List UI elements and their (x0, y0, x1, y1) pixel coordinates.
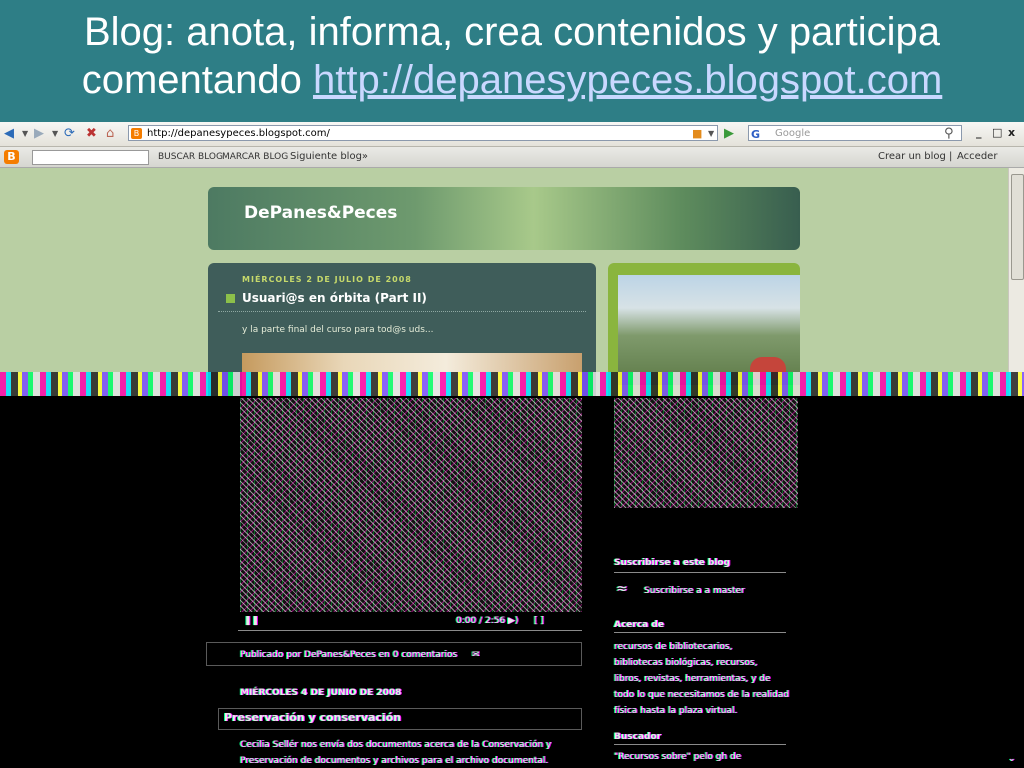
browser-toolbar: ◀ ▼ ▶ ▼ ⟳ ✖ ⌂ B http://depanesypeces.blo… (0, 122, 1024, 147)
video-controls-rule (238, 630, 582, 631)
blog-name[interactable]: DePanes&Peces (244, 203, 397, 223)
subscribe-rule (614, 572, 786, 573)
marcar-blog-button[interactable]: MARCAR BLOG (222, 147, 288, 167)
post-footer-text: Publicado por DePanes&Peces en 0 comenta… (240, 650, 458, 660)
back-icon[interactable]: ◀ (4, 125, 14, 143)
post-date: MIÉRCOLES 2 DE JULIO DE 2008 (242, 275, 412, 284)
back-dropdown-icon[interactable]: ▼ (22, 125, 28, 143)
slide-title-line2: comentando http://depanesypeces.blogspot… (0, 56, 1024, 104)
close-icon[interactable]: x (1008, 126, 1015, 139)
google-search-placeholder: Google (775, 128, 811, 139)
blog-page: DePanes&Peces MIÉRCOLES 2 DE JULIO DE 20… (0, 168, 1008, 396)
minimize-icon[interactable]: _ (976, 126, 982, 139)
slide-title-prefix: comentando (81, 58, 313, 102)
email-post-icon[interactable]: ✉ (472, 648, 480, 662)
buscador-text: "Recursos sobre" pelo gh de (614, 752, 742, 762)
blogger-logo-icon[interactable]: B (4, 150, 19, 164)
navbar-search-input[interactable] (32, 150, 149, 165)
search-icon[interactable]: ⚲ (944, 125, 954, 143)
post-title-text: Usuari@s en órbita (Part II) (242, 291, 427, 305)
google-search-box[interactable]: G Google (748, 125, 962, 141)
video-glitch-area (240, 398, 582, 612)
forward-dropdown-icon[interactable]: ▼ (52, 125, 58, 143)
acceder-link[interactable]: Acceder (957, 147, 997, 167)
vertical-scrollbar[interactable] (1008, 168, 1024, 396)
scroll-down-icon[interactable]: ⌄ (1008, 752, 1016, 766)
blogger-favicon-icon: B (131, 128, 142, 139)
rss-feed-icon[interactable]: ≈ (616, 582, 628, 596)
post2-body-line1: Cecilia Sellér nos envía dos documentos … (240, 740, 552, 750)
go-icon[interactable]: ▶ (724, 125, 734, 143)
about-line-1: recursos de bibliotecarios, (614, 642, 733, 652)
volume-icon[interactable]: ▶) (508, 614, 518, 628)
subscribe-title: Suscribirse a este blog (614, 558, 731, 568)
home-icon[interactable]: ⌂ (106, 125, 114, 143)
blogger-navbar: B BUSCAR BLOG MARCAR BLOG Siguiente blog… (0, 147, 1024, 168)
navbar-separator: | (949, 151, 953, 162)
sidebar-profile-photo (618, 275, 800, 385)
browser-screenshot: ◀ ▼ ▶ ▼ ⟳ ✖ ⌂ B http://depanesypeces.blo… (0, 122, 1024, 768)
slide-title: Blog: anota, informa, crea contenidos y … (0, 8, 1024, 104)
post-body: y la parte final del curso para tod@s ud… (242, 325, 434, 335)
address-dropdown-icon[interactable]: ▼ (708, 125, 714, 143)
address-text: http://depanesypeces.blogspot.com/ (147, 128, 330, 139)
fullscreen-icon[interactable]: [ ] (534, 614, 544, 628)
video-play-icon[interactable]: ❚❚ (244, 614, 259, 628)
google-g-icon: G (751, 128, 761, 141)
post2-title[interactable]: Preservación y conservación (224, 711, 401, 725)
siguiente-blog-link[interactable]: Siguiente blog» (290, 147, 368, 167)
about-title: Acerca de (614, 620, 664, 630)
refresh-icon[interactable]: ⟳ (64, 125, 75, 143)
post2-date: MIÉRCOLES 4 DE JUNIO DE 2008 (240, 688, 402, 698)
about-line-5: física hasta la plaza virtual. (614, 706, 738, 716)
post-title[interactable]: Usuari@s en órbita (Part II) (226, 291, 427, 305)
scrollbar-thumb[interactable] (1011, 174, 1024, 280)
blog-header: DePanes&Peces (208, 187, 800, 250)
about-line-2: bibliotecas biológicas, recursos, (614, 658, 758, 668)
crear-blog-link[interactable]: Crear un blog (878, 147, 946, 167)
stop-icon[interactable]: ✖ (86, 125, 97, 143)
rss-icon[interactable]: ■ (692, 125, 702, 143)
post2-body-line2: Preservación de documentos y archivos pa… (240, 756, 549, 766)
subscribe-link[interactable]: Suscribirse a a master (644, 584, 745, 598)
buscar-blog-button[interactable]: BUSCAR BLOG (158, 147, 223, 167)
buscador-title: Buscador (614, 732, 662, 742)
slide-title-line1: Blog: anota, informa, crea contenidos y … (83, 10, 941, 54)
restore-icon[interactable]: □ (992, 126, 1002, 139)
about-line-4: todo lo que necesitamos de la realidad (614, 690, 790, 700)
video-time: 0:00 / 2:56 (456, 616, 506, 626)
about-rule (614, 632, 786, 633)
address-bar[interactable]: B http://depanesypeces.blogspot.com/ (128, 125, 718, 141)
photo-glitch-area (614, 398, 798, 508)
blog-url-link[interactable]: http://depanesypeces.blogspot.com (313, 58, 942, 102)
forward-icon[interactable]: ▶ (34, 125, 44, 143)
about-line-3: libros, revistas, herramientas, y de (614, 674, 771, 684)
post-arrow-icon (226, 294, 235, 303)
post-divider (218, 311, 586, 312)
buscador-rule (614, 744, 786, 745)
glitch-band (0, 372, 1024, 396)
